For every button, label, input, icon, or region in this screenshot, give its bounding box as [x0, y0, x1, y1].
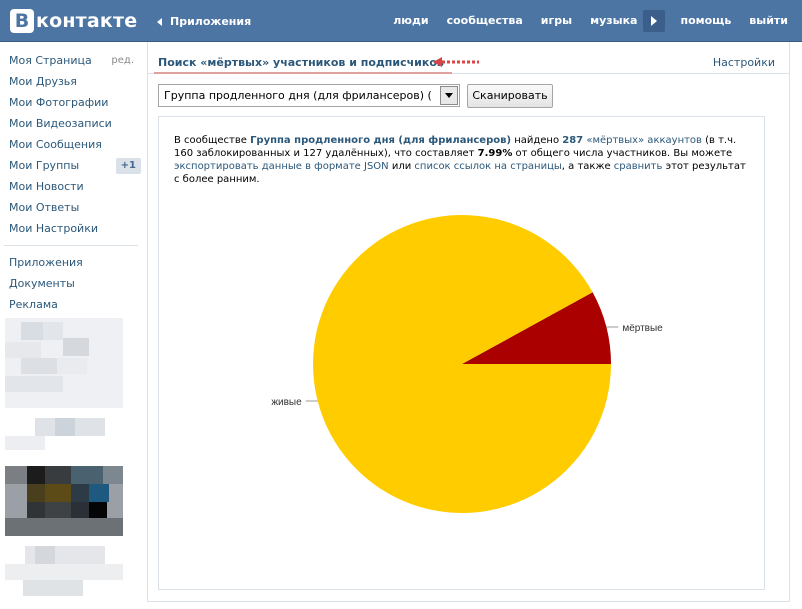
sidebar-item-ads[interactable]: Реклама — [0, 294, 142, 315]
sidebar-item-label: Мои Фотографии — [9, 96, 109, 109]
left-sidebar: Моя Страница ред. Мои Друзья Мои Фотогра… — [0, 50, 142, 315]
group-select[interactable]: Группа продленного дня (для фрилансеров)… — [158, 84, 460, 107]
sidebar-item-label: Реклама — [9, 298, 58, 311]
top-header: В контакте Приложения люди сообщества иг… — [0, 0, 802, 42]
nav-people[interactable]: люди — [384, 0, 437, 42]
main-content: Поиск «мёртвых» участников и подписчиков… — [147, 42, 790, 602]
sidebar-item-news[interactable]: Мои Новости — [0, 176, 142, 197]
tab-underline-mark — [154, 72, 452, 74]
nav-help[interactable]: помощь — [671, 0, 740, 42]
pie-label-dead: мёртвые — [622, 323, 663, 334]
apps-back-link[interactable]: Приложения — [157, 15, 251, 28]
groups-count-badge: +1 — [115, 158, 141, 174]
sidebar-divider — [4, 245, 138, 246]
sidebar-item-documents[interactable]: Документы — [0, 273, 142, 294]
vk-logo[interactable]: В контакте — [10, 9, 137, 33]
sidebar-item-messages[interactable]: Мои Сообщения — [0, 134, 142, 155]
tab-dead-search[interactable]: Поиск «мёртвых» участников и подписчиков — [158, 56, 444, 69]
sidebar-item-label: Мои Сообщения — [9, 138, 102, 151]
sidebar-item-label: Мои Настройки — [9, 222, 98, 235]
logo-text: контакте — [36, 10, 138, 32]
nav-music[interactable]: музыка — [581, 0, 641, 42]
logo-letter: В — [10, 9, 34, 33]
group-select-value: Группа продленного дня (для фрилансеров)… — [164, 89, 432, 102]
nav-logout[interactable]: выйти — [740, 0, 802, 42]
sidebar-item-photos[interactable]: Мои Фотографии — [0, 92, 142, 113]
sidebar-item-groups[interactable]: Мои Группы +1 — [0, 155, 142, 176]
dead-alive-pie-chart: мёртвые живые — [271, 215, 663, 513]
sidebar-item-label: Мои Новости — [9, 180, 84, 193]
music-play-icon[interactable] — [643, 10, 666, 32]
sidebar-item-apps[interactable]: Приложения — [0, 252, 142, 273]
sidebar-item-label: Документы — [9, 277, 75, 290]
sidebar-item-answers[interactable]: Мои Ответы — [0, 197, 142, 218]
sidebar-item-label: Моя Страница — [9, 54, 92, 67]
nav-communities[interactable]: сообщества — [438, 0, 532, 42]
pixelated-ads-block — [5, 318, 123, 608]
pie-slice-alive — [313, 215, 611, 513]
sidebar-item-friends[interactable]: Мои Друзья — [0, 71, 142, 92]
top-nav: люди сообщества игры музыка помощь выйти — [384, 0, 802, 42]
sidebar-item-label: Мои Ответы — [9, 201, 80, 214]
edit-link[interactable]: ред. — [111, 50, 134, 71]
sidebar-item-label: Мои Группы — [9, 159, 80, 172]
scan-button[interactable]: Сканировать — [467, 84, 553, 108]
pie-label-alive: живые — [271, 397, 302, 408]
sidebar-item-label: Мои Видеозаписи — [9, 117, 112, 130]
tab-bar: Поиск «мёртвых» участников и подписчиков… — [148, 42, 789, 74]
apps-back-label: Приложения — [170, 15, 252, 28]
sidebar-item-videos[interactable]: Мои Видеозаписи — [0, 113, 142, 134]
sidebar-item-label: Приложения — [9, 256, 83, 269]
red-arrow-icon — [433, 57, 479, 67]
back-arrow-icon — [157, 17, 162, 26]
result-panel: В сообществе Группа продленного дня (для… — [158, 116, 765, 590]
sidebar-item-my-page[interactable]: Моя Страница ред. — [0, 50, 142, 71]
settings-link[interactable]: Настройки — [713, 56, 775, 69]
chevron-down-icon[interactable] — [440, 86, 458, 105]
sidebar-item-label: Мои Друзья — [9, 75, 77, 88]
sidebar-item-settings[interactable]: Мои Настройки — [0, 218, 142, 239]
nav-games[interactable]: игры — [532, 0, 581, 42]
